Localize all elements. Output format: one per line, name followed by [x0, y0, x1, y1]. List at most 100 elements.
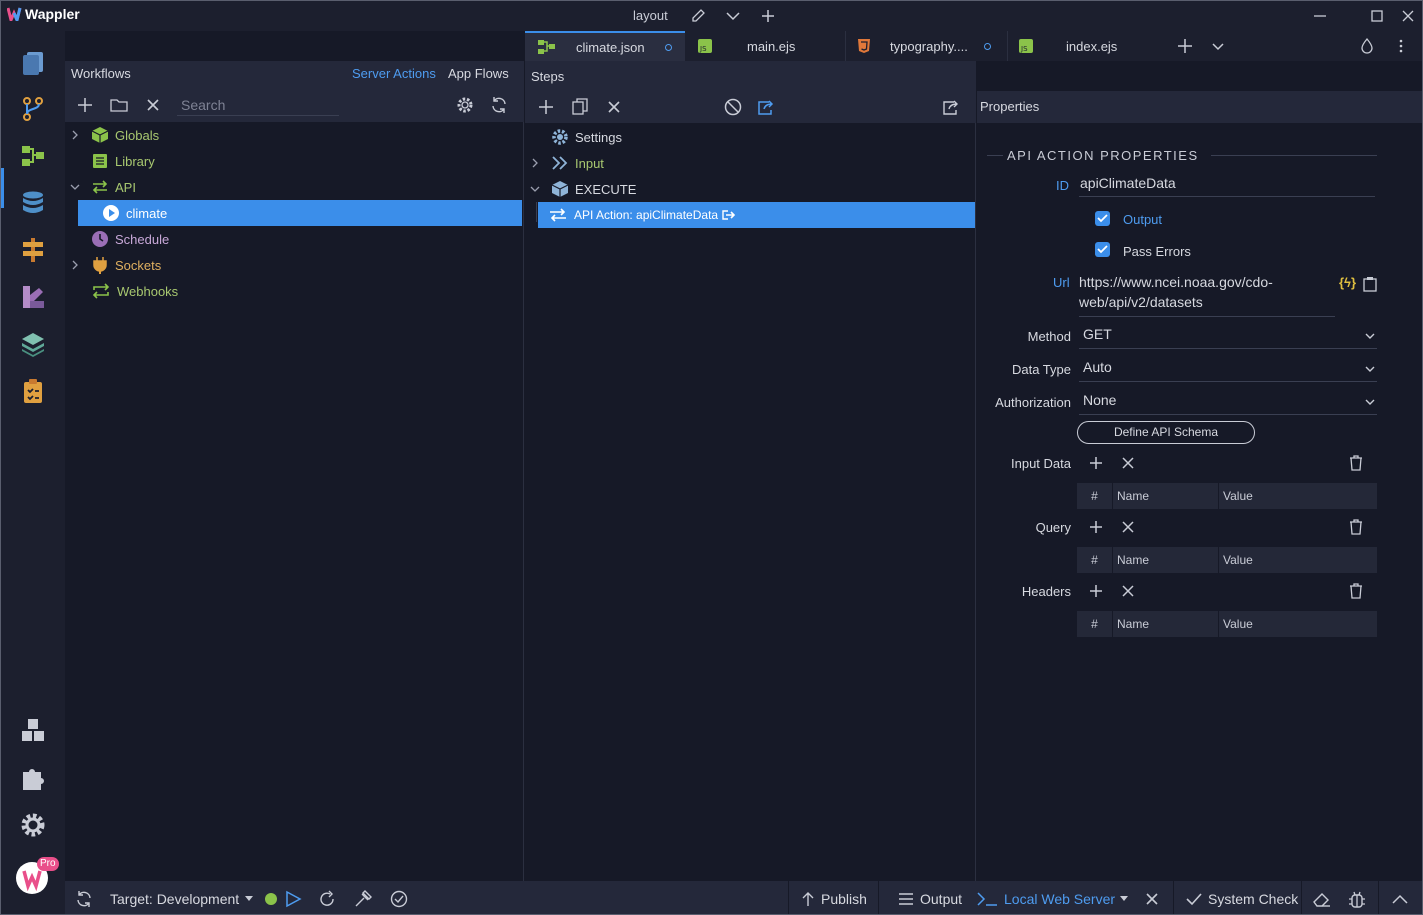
delete-x-icon[interactable] [604, 97, 624, 117]
folder-icon[interactable] [109, 95, 129, 115]
new-tab-add-icon[interactable] [1175, 36, 1195, 56]
add-icon[interactable] [1086, 581, 1106, 601]
more-vertical-icon[interactable] [1391, 36, 1411, 56]
modified-dot-icon [983, 42, 991, 50]
clear-x-icon[interactable] [1118, 581, 1138, 601]
target-selector[interactable]: Target: Development [110, 881, 278, 914]
maximize-button[interactable] [1367, 6, 1387, 26]
disable-step-icon[interactable] [723, 97, 743, 117]
tab-index-ejs[interactable]: JS index.ejs [1007, 31, 1167, 61]
input-data-label: Input Data [1011, 456, 1071, 471]
workflows-icon[interactable] [13, 136, 53, 176]
publish-label: Publish [821, 890, 867, 907]
step-settings[interactable]: Settings [525, 124, 975, 150]
id-input[interactable]: apiClimateData [1079, 175, 1375, 197]
debug-bug-icon[interactable] [1348, 881, 1366, 914]
tree-item-schedule[interactable]: Schedule [65, 226, 523, 252]
delete-x-icon[interactable] [143, 95, 163, 115]
step-execute[interactable]: EXECUTE [525, 176, 975, 202]
share-export-icon[interactable] [942, 97, 962, 117]
step-label: API Action: apiClimateData [574, 208, 719, 222]
server-actions-link[interactable]: Server Actions [352, 66, 436, 81]
trash-icon[interactable] [1346, 581, 1366, 601]
add-icon[interactable] [75, 95, 95, 115]
clock-icon [92, 231, 108, 247]
panel-toggle-chevron-up-icon[interactable] [1392, 881, 1408, 914]
puzzle-icon[interactable] [13, 758, 53, 798]
clear-x-icon[interactable] [1118, 517, 1138, 537]
refresh-icon[interactable] [489, 95, 509, 115]
close-terminal-icon[interactable] [1146, 881, 1158, 914]
pass-errors-checkbox[interactable] [1095, 242, 1110, 257]
settings-gear-icon[interactable] [13, 805, 53, 845]
chevron-down-icon[interactable] [67, 179, 83, 195]
dynamic-data-icon[interactable]: {ϟ} [1339, 275, 1356, 290]
terminal-dropdown-icon[interactable] [1120, 881, 1128, 914]
step-api-action[interactable]: API Action: apiClimateData [538, 202, 975, 228]
publish-button[interactable]: Publish [801, 881, 867, 914]
tree-item-api[interactable]: API [65, 174, 523, 200]
tab-climate-json[interactable]: climate.json [525, 31, 685, 61]
workflow-search-input[interactable]: Search [177, 94, 339, 116]
restart-icon[interactable] [318, 881, 336, 914]
section-title: API ACTION PROPERTIES [1007, 148, 1199, 163]
method-select[interactable]: GET [1079, 326, 1377, 349]
tab-main-ejs[interactable]: JS main.ejs [685, 31, 845, 61]
authorization-label: Authorization [995, 395, 1071, 410]
output-checkbox[interactable] [1095, 211, 1110, 226]
output-button[interactable]: Output [898, 881, 962, 914]
tree-item-webhooks[interactable]: Webhooks [65, 278, 523, 304]
url-input[interactable]: https://www.ncei.noaa.gov/cdo- web/api/v… [1079, 272, 1335, 317]
add-step-icon[interactable] [536, 97, 556, 117]
settings-gear-icon[interactable] [455, 95, 475, 115]
tab-typography[interactable]: typography.... [845, 31, 1005, 61]
tree-item-climate[interactable]: climate [78, 200, 522, 226]
pages-icon[interactable] [13, 43, 53, 83]
add-icon[interactable] [758, 6, 778, 26]
clipboard-icon[interactable] [1363, 276, 1377, 292]
panel-title: Workflows [71, 66, 131, 81]
local-web-server-terminal[interactable]: Local Web Server [976, 881, 1115, 914]
run-play-icon[interactable] [284, 881, 302, 914]
output-export-icon[interactable] [757, 97, 777, 117]
copy-icon[interactable] [570, 97, 590, 117]
account-avatar[interactable]: Pro [13, 857, 59, 897]
tree-item-sockets[interactable]: Sockets [65, 252, 523, 278]
trash-icon[interactable] [1346, 517, 1366, 537]
clear-x-icon[interactable] [1118, 453, 1138, 473]
step-input[interactable]: Input [525, 150, 975, 176]
tree-item-library[interactable]: Library [65, 148, 523, 174]
routes-signpost-icon[interactable] [13, 230, 53, 270]
chevron-down-icon[interactable] [723, 6, 743, 26]
chevron-right-icon[interactable] [527, 155, 543, 171]
build-tools-icon[interactable] [353, 881, 373, 914]
add-icon[interactable] [1086, 517, 1106, 537]
database-icon[interactable] [13, 183, 53, 223]
sync-icon[interactable] [75, 881, 93, 914]
extensions-boxes-icon[interactable] [13, 711, 53, 751]
tab-list-chevron-icon[interactable] [1208, 36, 1228, 56]
app-flows-link[interactable]: App Flows [448, 66, 509, 81]
eraser-icon[interactable] [1312, 881, 1332, 914]
authorization-select[interactable]: None [1079, 392, 1377, 415]
git-branch-icon[interactable] [13, 89, 53, 129]
edit-pencil-icon[interactable] [688, 6, 708, 26]
system-check-button[interactable]: System Check [1186, 881, 1298, 914]
webhook-icon [92, 283, 110, 299]
tree-item-globals[interactable]: Globals [65, 122, 523, 148]
data-type-select[interactable]: Auto [1079, 359, 1377, 382]
design-palette-icon[interactable] [13, 277, 53, 317]
add-icon[interactable] [1086, 453, 1106, 473]
close-window-button[interactable] [1398, 6, 1418, 26]
minimize-button[interactable] [1310, 6, 1330, 26]
check-circle-icon[interactable] [390, 881, 408, 914]
chevron-down-icon[interactable] [527, 181, 543, 197]
trash-icon[interactable] [1346, 453, 1366, 473]
tasks-clipboard-icon[interactable] [13, 371, 53, 411]
define-api-schema-button[interactable]: Define API Schema [1077, 421, 1255, 444]
col-value: Value [1223, 489, 1253, 503]
chevron-right-icon[interactable] [67, 257, 83, 273]
layers-icon[interactable] [13, 324, 53, 364]
chevron-right-icon[interactable] [67, 127, 83, 143]
drop-theme-icon[interactable] [1357, 36, 1377, 56]
